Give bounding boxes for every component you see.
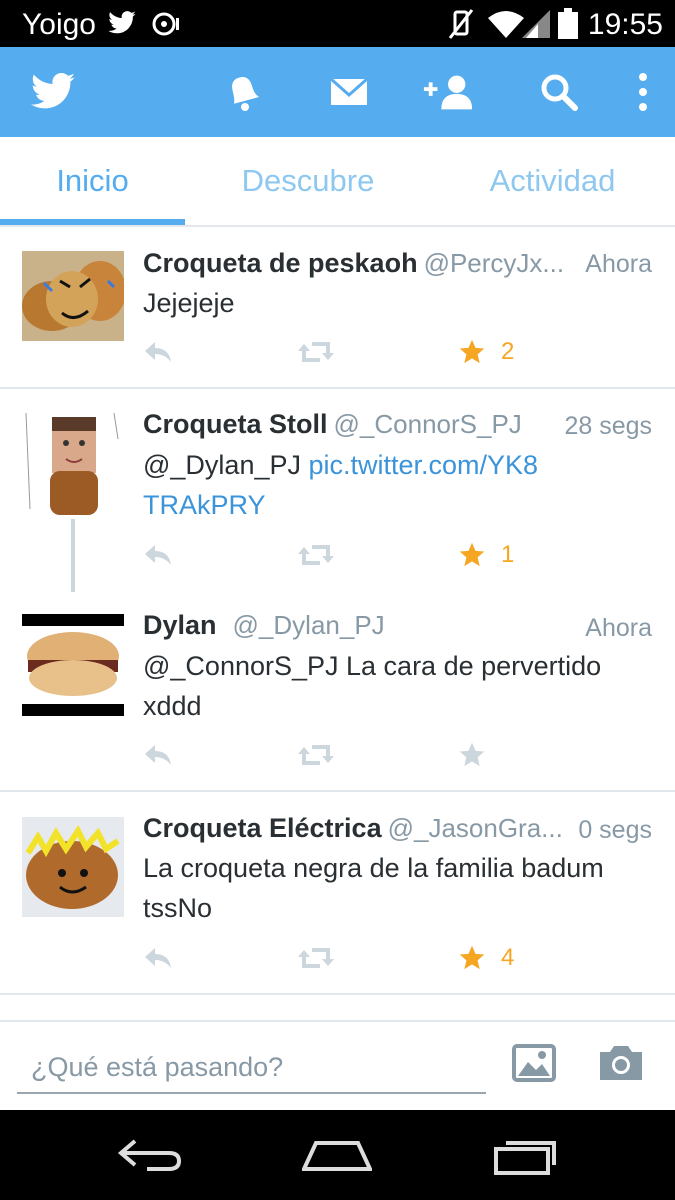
status-bar: Yoigo 19:55 xyxy=(0,0,675,47)
favorite-count: 2 xyxy=(501,338,515,365)
favorite-count: 1 xyxy=(501,541,515,568)
messages-envelope-icon[interactable] xyxy=(322,67,376,117)
status-time: 19:55 xyxy=(587,8,663,41)
tweet-timestamp: Ahora xyxy=(585,250,652,278)
add-user-icon[interactable] xyxy=(422,67,476,117)
recent-apps-button-icon[interactable] xyxy=(482,1130,572,1180)
avatar[interactable] xyxy=(22,409,124,517)
tweet[interactable]: Croqueta Stoll @_ConnorS_PJ 28 segs @_Dyl… xyxy=(0,389,675,589)
tweet-author[interactable]: Croqueta Eléctrica @_JasonGra... xyxy=(143,813,563,844)
gallery-image-icon[interactable] xyxy=(512,1044,560,1086)
tab-inicio[interactable]: Inicio xyxy=(0,137,185,225)
reply-button[interactable] xyxy=(143,737,173,773)
system-navigation-bar xyxy=(0,1110,675,1200)
tweet[interactable]: Croqueta Eléctrica @_JasonGra... 0 segs L… xyxy=(0,792,675,992)
user-handle: @_Dylan_PJ xyxy=(232,610,385,640)
favorite-star-icon xyxy=(459,742,485,767)
user-handle: @PercyJx... xyxy=(423,248,565,278)
reply-button[interactable] xyxy=(143,940,173,976)
favorite-star-icon xyxy=(459,945,485,970)
tweet-actions: 1 xyxy=(143,537,543,573)
favorite-star-icon xyxy=(459,542,485,567)
notifications-bell-icon[interactable] xyxy=(216,67,270,117)
reply-button[interactable] xyxy=(143,334,173,370)
tweet-text: @_ConnorS_PJ La cara de pervertido xddd xyxy=(143,646,643,726)
avatar[interactable] xyxy=(22,817,124,917)
tweet-author[interactable]: Croqueta Stoll @_ConnorS_PJ xyxy=(143,409,522,440)
tweet-author[interactable]: Dylan @_Dylan_PJ xyxy=(143,610,385,641)
tweet-text: Jejejeje xyxy=(143,283,653,323)
tweet-text-body: @_ConnorS_PJ La cara de pervertido xddd xyxy=(143,651,602,721)
action-bar xyxy=(0,47,675,137)
tweet-timestamp: 28 segs xyxy=(564,412,652,440)
divider xyxy=(0,993,675,995)
favorite-button[interactable]: 2 xyxy=(457,334,514,370)
avatar[interactable] xyxy=(22,614,124,716)
retweet-button[interactable] xyxy=(298,940,334,976)
retweet-button[interactable] xyxy=(298,537,334,573)
display-name: Croqueta de peskaoh xyxy=(143,248,418,278)
tweet-actions: 2 xyxy=(143,334,543,370)
vibrate-off-icon xyxy=(447,8,475,45)
reply-icon xyxy=(145,745,171,765)
media-notification-icon xyxy=(150,8,182,43)
tweet-text-body: La croqueta negra de la familia badum ts… xyxy=(143,853,604,923)
tweet-actions xyxy=(143,737,543,773)
favorite-star-icon xyxy=(459,339,485,364)
twitter-notification-icon xyxy=(106,8,138,43)
carrier-name: Yoigo xyxy=(22,8,96,41)
reply-button[interactable] xyxy=(143,537,173,573)
avatar[interactable] xyxy=(22,251,124,341)
display-name: Croqueta Stoll xyxy=(143,409,328,439)
retweet-icon xyxy=(298,948,334,968)
twitter-logo-icon[interactable] xyxy=(26,67,80,117)
tweet[interactable]: Croqueta de peskaoh @PercyJx... Ahora Jej… xyxy=(0,227,675,388)
display-name: Croqueta Eléctrica xyxy=(143,813,382,843)
favorite-button[interactable]: 4 xyxy=(457,940,514,976)
tweet-timestamp: Ahora xyxy=(585,614,652,642)
favorite-count: 4 xyxy=(501,944,515,971)
tab-bar: Inicio Descubre Actividad xyxy=(0,137,675,227)
tweet[interactable]: Dylan @_Dylan_PJ Ahora @_ConnorS_PJ La ca… xyxy=(0,592,675,790)
tweet-text-body: Jejejeje xyxy=(143,288,235,318)
user-handle: @_JasonGra... xyxy=(387,813,563,843)
back-button-icon[interactable] xyxy=(105,1130,195,1180)
retweet-icon xyxy=(298,342,334,362)
tab-actividad[interactable]: Actividad xyxy=(450,137,655,225)
overflow-menu-icon[interactable] xyxy=(616,67,670,117)
tweet-text-body: @_Dylan_PJ xyxy=(143,450,309,480)
tweet-text: La croqueta negra de la familia badum ts… xyxy=(143,848,658,928)
camera-icon[interactable] xyxy=(598,1044,646,1086)
compose-tweet-input[interactable]: ¿Qué está pasando? xyxy=(17,1042,486,1094)
favorite-button[interactable]: 1 xyxy=(457,537,514,573)
home-button-icon[interactable] xyxy=(292,1130,382,1180)
retweet-icon xyxy=(298,745,334,765)
retweet-icon xyxy=(298,545,334,565)
wifi-icon xyxy=(486,8,526,45)
retweet-button[interactable] xyxy=(298,334,334,370)
favorite-button[interactable] xyxy=(457,737,501,773)
tab-descubre[interactable]: Descubre xyxy=(205,137,411,225)
tweet-text: @_Dylan_PJ pic.twitter.com/YK8TRAkPRY xyxy=(143,445,543,525)
tweet-author[interactable]: Croqueta de peskaoh @PercyJx... xyxy=(143,248,564,279)
active-tab-indicator xyxy=(0,219,185,225)
tweet-timestamp: 0 segs xyxy=(578,816,652,844)
user-handle: @_ConnorS_PJ xyxy=(333,409,522,439)
compose-bar: ¿Qué está pasando? xyxy=(0,1020,675,1110)
retweet-button[interactable] xyxy=(298,737,334,773)
signal-icon xyxy=(522,8,552,45)
battery-icon xyxy=(557,8,579,45)
display-name: Dylan xyxy=(143,610,217,640)
tweet-actions: 4 xyxy=(143,940,543,976)
reply-icon xyxy=(145,948,171,968)
search-icon[interactable] xyxy=(532,67,586,117)
reply-icon xyxy=(145,545,171,565)
reply-icon xyxy=(145,342,171,362)
